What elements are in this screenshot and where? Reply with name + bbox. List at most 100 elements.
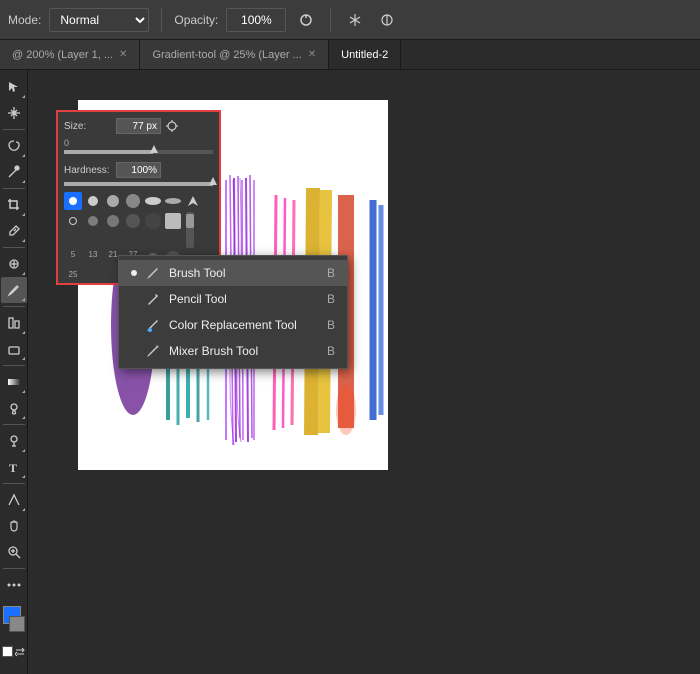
tool-path[interactable] xyxy=(1,487,27,513)
brush-preset-8[interactable] xyxy=(64,212,82,230)
size-25: 25 xyxy=(64,270,82,279)
sep-tool-3 xyxy=(3,247,25,248)
tool-healing[interactable] xyxy=(1,251,27,277)
brush-size-row: Size: xyxy=(64,118,213,134)
pencil-label: Pencil Tool xyxy=(169,292,319,306)
brush-preset-12[interactable] xyxy=(144,212,162,230)
brush-preset-3[interactable] xyxy=(104,192,122,210)
tool-crop[interactable] xyxy=(1,192,27,218)
brush-preset-4[interactable] xyxy=(124,192,142,210)
mixer-label: Mixer Brush Tool xyxy=(169,344,319,358)
brush-preset-11[interactable] xyxy=(124,212,142,230)
tool-gradient[interactable] xyxy=(1,369,27,395)
top-toolbar: Mode: Normal Multiply Screen Opacity: xyxy=(0,0,700,40)
brush-preset-13[interactable] xyxy=(164,212,182,230)
mode-select[interactable]: Normal Multiply Screen xyxy=(49,8,149,32)
tool-brush[interactable] xyxy=(1,277,27,303)
tab-label-2: Gradient-tool @ 25% (Layer ... xyxy=(152,49,301,61)
tab-label-1: @ 200% (Layer 1, ... xyxy=(12,49,113,61)
background-swatch[interactable] xyxy=(9,616,25,632)
tab-untitled[interactable]: Untitled-2 xyxy=(329,40,401,69)
size-slider-thumb[interactable] xyxy=(150,145,158,153)
pencil-icon xyxy=(145,291,161,307)
size-slider-fill xyxy=(64,150,153,154)
size-input[interactable] xyxy=(116,118,161,134)
mode-label: Mode: xyxy=(8,13,41,27)
color-replace-icon xyxy=(145,317,161,333)
tool-move[interactable] xyxy=(1,74,27,100)
brush-scrollbar[interactable] xyxy=(186,212,194,248)
symmetry-icon[interactable] xyxy=(343,8,367,32)
tool-blur[interactable] xyxy=(1,395,27,421)
canvas-area: Size: 0 Hardness: xyxy=(28,70,700,674)
tab-layer1[interactable]: @ 200% (Layer 1, ... ✕ xyxy=(0,40,140,69)
brush-size-label-13: 13 xyxy=(84,250,102,268)
brush-preset-1[interactable] xyxy=(64,192,82,210)
hardness-slider[interactable] xyxy=(64,182,213,186)
brush-preset-10[interactable] xyxy=(104,212,122,230)
size-slider-labels: 0 xyxy=(64,138,213,148)
tool-eyedropper[interactable] xyxy=(1,218,27,244)
pressure-opacity-icon[interactable] xyxy=(294,8,318,32)
menu-item-pencil[interactable]: Pencil Tool B xyxy=(119,286,347,312)
hardness-slider-thumb[interactable] xyxy=(209,177,217,185)
size-settings-icon[interactable] xyxy=(165,119,179,133)
hardness-input[interactable] xyxy=(116,162,161,178)
sep-tool-5 xyxy=(3,365,25,366)
color-swatches xyxy=(1,606,27,642)
brush-icon xyxy=(145,265,161,281)
brush-preset-arrow[interactable] xyxy=(184,192,202,210)
main-area: T xyxy=(0,70,700,674)
brush-size-label-5: 5 xyxy=(64,250,82,268)
color-replace-label: Color Replacement Tool xyxy=(169,318,319,332)
tab-close-2[interactable]: ✕ xyxy=(308,49,316,60)
menu-item-brush[interactable]: Brush Tool B xyxy=(119,260,347,286)
size-slider[interactable] xyxy=(64,150,213,154)
reset-colors[interactable] xyxy=(2,646,13,657)
tool-eraser[interactable] xyxy=(1,336,27,362)
swatch-controls xyxy=(2,646,26,657)
brush-bullet xyxy=(131,270,137,276)
left-toolbar: T xyxy=(0,70,28,674)
menu-item-color-replace[interactable]: Color Replacement Tool B xyxy=(119,312,347,338)
size-min: 0 xyxy=(64,138,69,148)
brush-preset-2[interactable] xyxy=(84,192,102,210)
tool-zoom[interactable] xyxy=(1,539,27,565)
brush-shortcut: B xyxy=(327,266,335,280)
opacity-label: Opacity: xyxy=(174,13,218,27)
sep-tool-7 xyxy=(3,483,25,484)
hardness-slider-container xyxy=(64,182,213,186)
tab-close-1[interactable]: ✕ xyxy=(119,49,127,60)
tool-select-move[interactable] xyxy=(1,100,27,126)
tab-gradient[interactable]: Gradient-tool @ 25% (Layer ... ✕ xyxy=(140,40,329,69)
tool-clone[interactable] xyxy=(1,310,27,336)
tool-magic-wand[interactable] xyxy=(1,159,27,185)
tool-dodge[interactable] xyxy=(1,428,27,454)
opacity-input[interactable] xyxy=(226,8,286,32)
brush-preset-9[interactable] xyxy=(84,212,102,230)
tool-lasso[interactable] xyxy=(1,133,27,159)
color-replace-shortcut: B xyxy=(327,318,335,332)
brush-angle-icon[interactable] xyxy=(375,8,399,32)
sep1 xyxy=(161,8,162,32)
brush-preset-6[interactable] xyxy=(164,192,182,210)
sep-tool-1 xyxy=(3,129,25,130)
mixer-icon xyxy=(145,343,161,359)
hardness-label: Hardness: xyxy=(64,165,112,176)
sep-tool-2 xyxy=(3,188,25,189)
menu-item-mixer[interactable]: Mixer Brush Tool B xyxy=(119,338,347,364)
size-label: Size: xyxy=(64,121,112,132)
sep-tool-4 xyxy=(3,306,25,307)
pencil-shortcut: B xyxy=(327,292,335,306)
tool-hand[interactable] xyxy=(1,513,27,539)
sep-tool-6 xyxy=(3,424,25,425)
context-menu: Brush Tool B Pencil Tool B C xyxy=(118,255,348,369)
brush-label: Brush Tool xyxy=(169,266,319,280)
mixer-shortcut: B xyxy=(327,344,335,358)
sep2 xyxy=(330,8,331,32)
tool-type[interactable]: T xyxy=(1,454,27,480)
sep-tool-8 xyxy=(3,568,25,569)
tool-more[interactable] xyxy=(1,572,27,598)
swap-colors[interactable] xyxy=(15,646,26,657)
brush-preset-5[interactable] xyxy=(144,192,162,210)
